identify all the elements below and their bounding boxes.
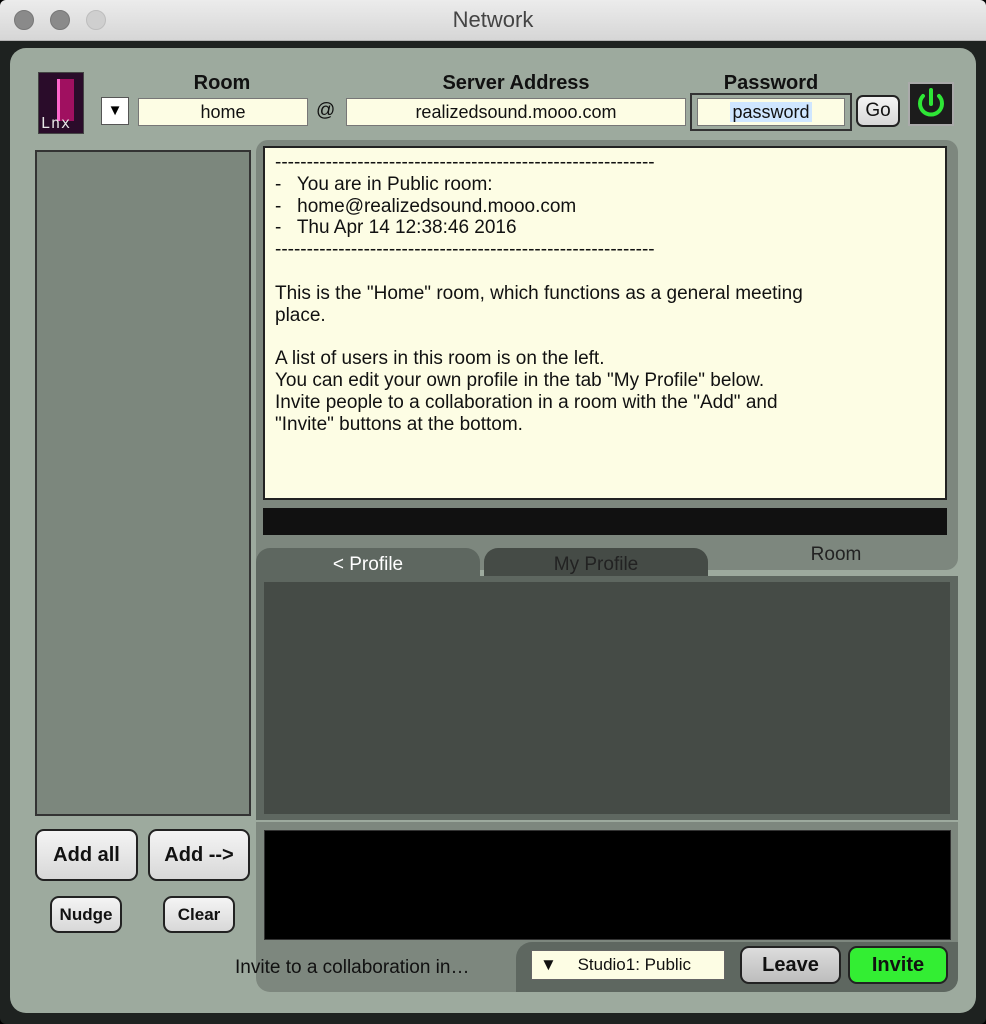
message-line: place. [275,304,326,326]
studio-value: Studio1: Public [577,955,691,974]
add-all-button[interactable]: Add all [35,829,138,881]
message-line: ----------------------------------------… [275,152,655,173]
power-button[interactable] [908,82,954,126]
password-text: password [730,102,812,122]
invite-label: Invite to a collaboration in… [235,957,470,978]
server-address-label: Server Address [442,72,590,94]
message-input[interactable] [263,508,947,535]
go-button[interactable]: Go [856,95,900,127]
message-line: - You are in Public room: [275,173,493,195]
message-line [275,261,935,283]
password-label: Password [723,72,819,94]
message-display: ----------------------------------------… [263,146,947,500]
window-title: Network [452,7,534,32]
app-logo: Lnx [38,72,84,134]
message-line [275,326,935,348]
clear-button[interactable]: Clear [163,896,235,933]
nudge-button[interactable]: Nudge [50,896,122,933]
server-address-input[interactable]: realizedsound.mooo.com [346,98,686,126]
invite-button[interactable]: Invite [848,946,948,984]
user-list[interactable] [35,150,251,816]
logo-text: Lnx [41,114,72,132]
chat-log [264,830,951,940]
password-input[interactable]: password [697,98,845,126]
tab-room[interactable]: Room [716,543,956,569]
message-line: ----------------------------------------… [275,239,655,261]
network-window: Network Lnx Room Server Address Password… [0,0,986,1024]
add-button[interactable]: Add --> [148,829,250,881]
message-line: - home@realizedsound.mooo.com [275,195,577,217]
message-line: Invite people to a collaboration in a ro… [275,391,778,413]
room-label: Room [193,72,251,94]
at-sign: @ [316,100,336,121]
leave-button[interactable]: Leave [740,946,841,984]
chevron-down-icon: ▼ [540,955,557,974]
message-line: You can edit your own profile in the tab… [275,369,765,391]
message-line: - Thu Apr 14 12:38:46 2016 [275,217,517,239]
power-icon [918,88,944,117]
room-dropdown-button[interactable]: ▼ [101,97,129,125]
message-line: This is the "Home" room, which functions… [275,282,803,304]
message-line: "Invite" buttons at the bottom. [275,413,523,435]
studio-dropdown[interactable]: ▼ Studio1: Public [531,950,725,980]
room-input[interactable]: home [138,98,308,126]
message-line: A list of users in this room is on the l… [275,348,605,370]
profile-content [264,582,950,814]
title-bar: Network [0,0,986,41]
